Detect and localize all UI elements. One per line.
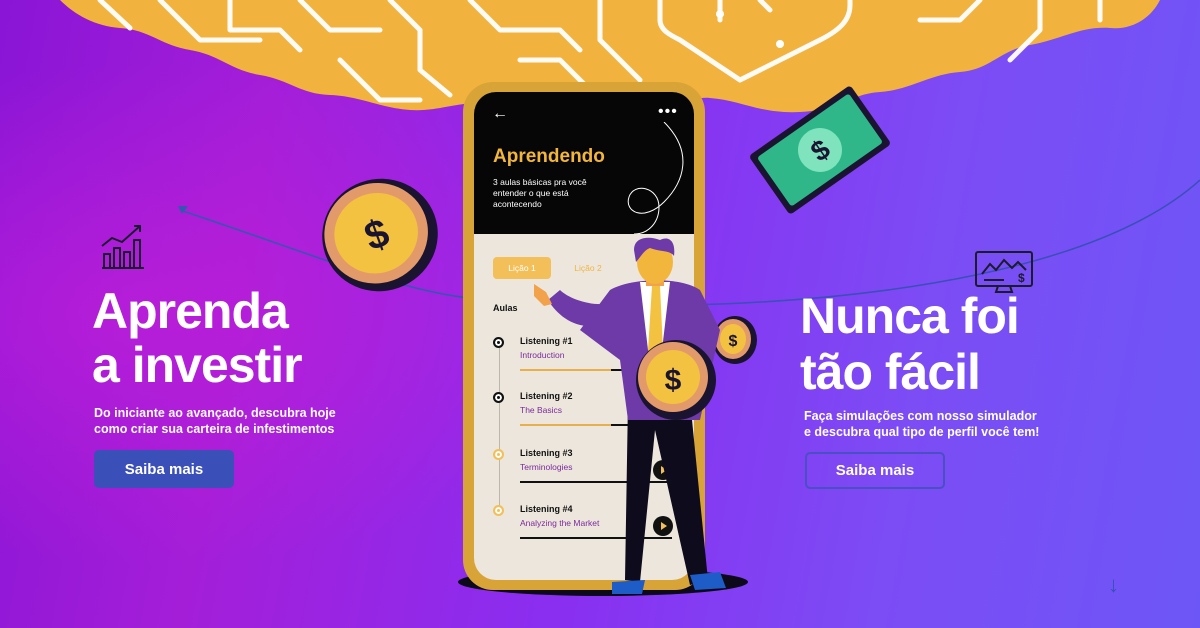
lesson-subtitle: The Basics — [520, 405, 563, 415]
tab-licao-2[interactable]: Lição 2 — [566, 257, 610, 279]
phone-screen: ← ••• Aprendendo 3 aulas básicas pra voc… — [474, 92, 694, 580]
lesson-title: Listening #1 — [520, 336, 573, 346]
lesson-progress — [520, 481, 672, 483]
lesson-title: Listening #2 — [520, 391, 573, 401]
screen-header: ← ••• Aprendendo 3 aulas básicas pra voc… — [474, 92, 694, 234]
screen-description: 3 aulas básicas pra você entender o que … — [493, 177, 587, 209]
down-arrow-icon: ↓ — [1108, 572, 1119, 597]
lesson-progress — [520, 537, 672, 539]
lesson-dot-icon — [493, 392, 504, 403]
section-label-aulas: Aulas — [493, 303, 518, 313]
screen-swirl-decor — [627, 122, 684, 234]
lesson-title: Listening #3 — [520, 448, 573, 458]
tab-licao-1[interactable]: Lição 1 — [493, 257, 551, 279]
lesson-item-2[interactable]: Listening #2 The Basics — [493, 391, 683, 431]
more-options-icon[interactable]: ••• — [658, 104, 678, 120]
lesson-dot-icon — [493, 337, 504, 348]
lesson-subtitle: Introduction — [520, 350, 565, 360]
screen-title: Aprendendo — [493, 146, 605, 167]
lesson-item-3[interactable]: Listening #3 Terminologies — [493, 448, 683, 488]
play-icon[interactable] — [653, 460, 673, 480]
headline-left: Aprenda a investir — [92, 283, 303, 393]
saiba-mais-button-right[interactable]: Saiba mais — [805, 452, 945, 489]
lesson-dot-icon — [493, 449, 504, 460]
lesson-item-1[interactable]: Listening #1 Introduction — [493, 336, 683, 376]
lesson-subtitle: Terminologies — [520, 462, 573, 472]
svg-text:$: $ — [1018, 271, 1025, 285]
play-icon[interactable] — [653, 516, 673, 536]
saiba-mais-button-left[interactable]: Saiba mais — [94, 450, 234, 488]
lesson-subtitle: Analyzing the Market — [520, 518, 600, 528]
back-arrow-icon[interactable]: ← — [492, 106, 508, 122]
subtitle-left: Do iniciante ao avançado, descubra hoje … — [94, 406, 336, 436]
lesson-progress — [520, 369, 672, 371]
tab-licao-3[interactable]: Lição 3 — [632, 257, 676, 279]
headline-right: Nunca foi tão fácil — [800, 288, 1020, 400]
lesson-progress — [520, 424, 672, 426]
lesson-item-4[interactable]: Listening #4 Analyzing the Market — [493, 504, 683, 544]
subtitle-right: Faça simulações com nosso simulador e de… — [804, 409, 1040, 439]
trend-chart-icon — [101, 225, 144, 269]
lesson-dot-icon — [493, 505, 504, 516]
lesson-title: Listening #4 — [520, 504, 573, 514]
